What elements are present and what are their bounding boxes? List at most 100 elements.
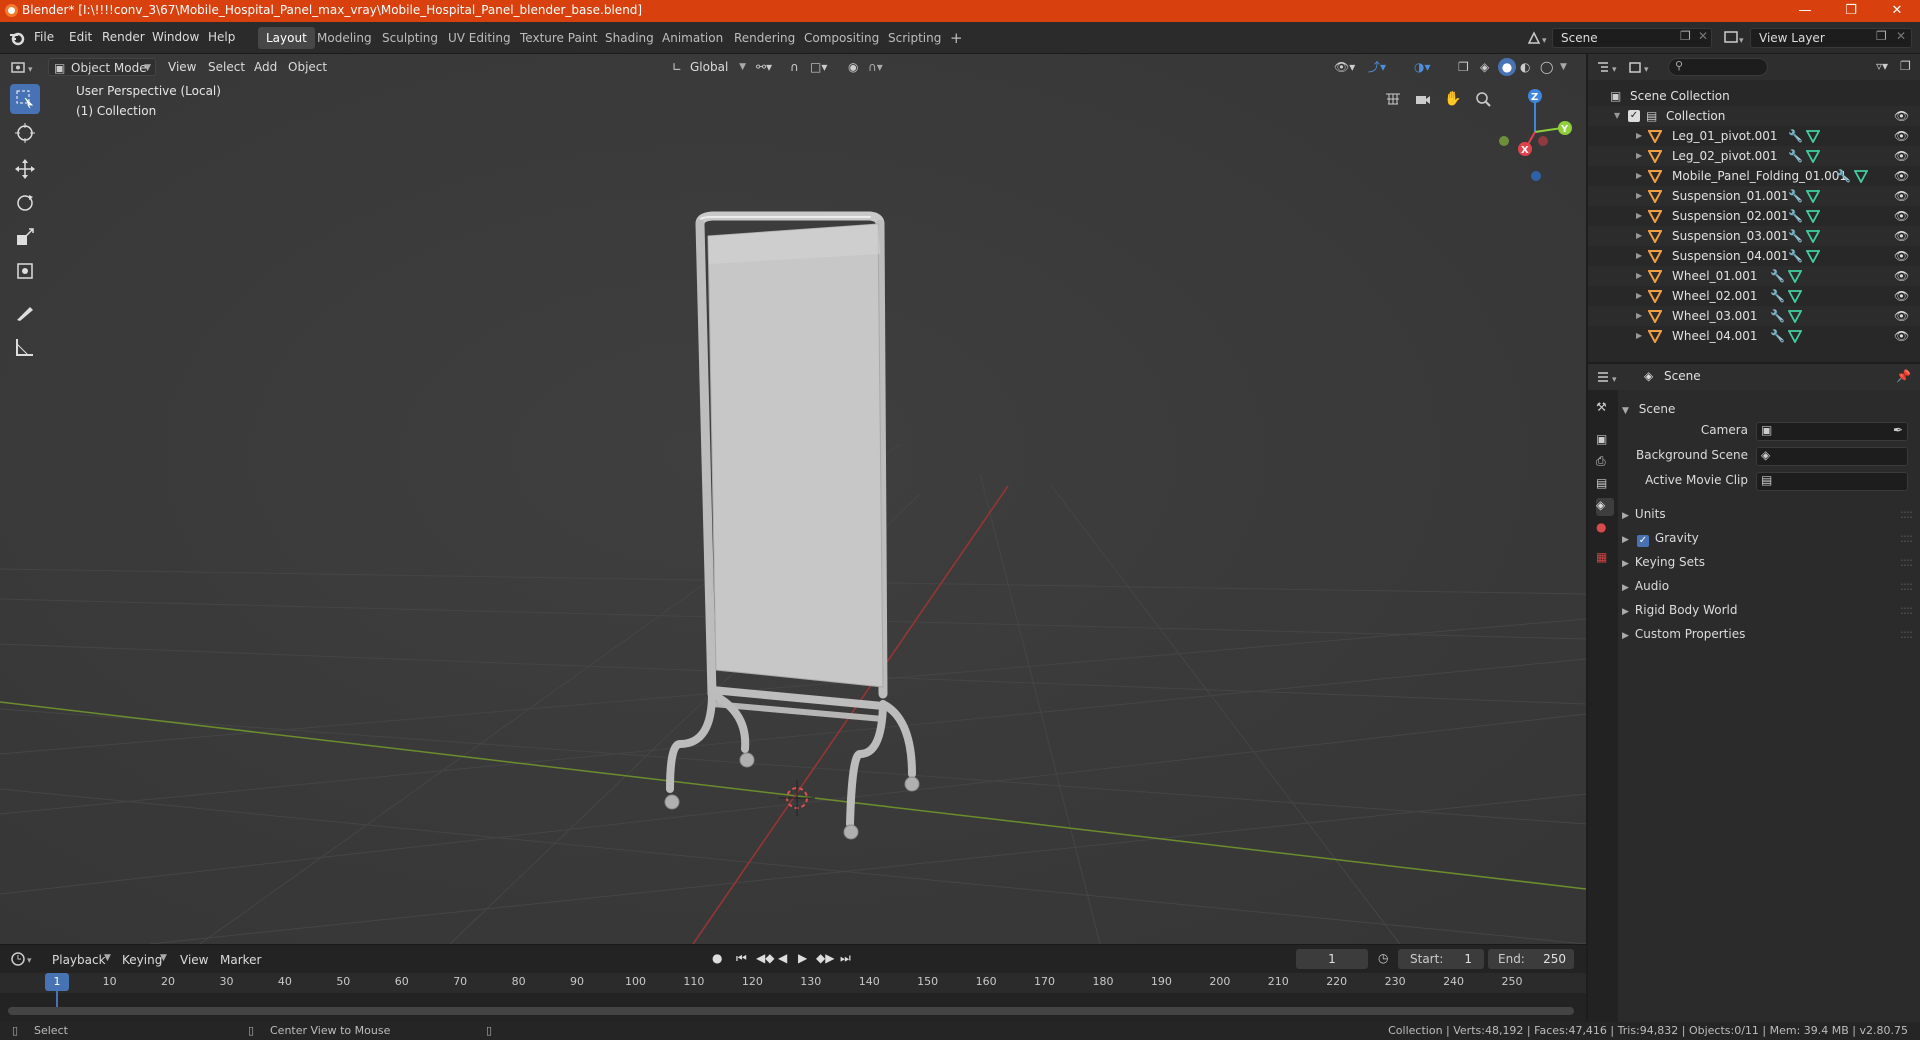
new-view-layer-icon[interactable]: ❐ [1876, 29, 1887, 43]
playhead-frame-label[interactable]: 1 [45, 973, 69, 991]
outliner-row-object[interactable]: ▶ Wheel_03.001 🔧 👁 [1588, 306, 1920, 326]
modifier-wrench-icon[interactable]: 🔧 [1788, 146, 1803, 166]
property-section-keying-sets[interactable]: ▶ Keying Sets:::: [1622, 551, 1913, 573]
camera-field[interactable]: ▣ ✒ [1756, 422, 1908, 441]
solid-shading-icon[interactable]: ● [1498, 58, 1516, 76]
expand-triangle-icon[interactable]: ▶ [1636, 286, 1642, 306]
eye-icon[interactable]: 👁 [1894, 186, 1909, 206]
wireframe-shading-icon[interactable]: ◈ [1480, 58, 1489, 76]
eye-icon[interactable]: 👁 [1894, 146, 1909, 166]
outliner-editor-type-icon[interactable]: ▾ [1596, 60, 1626, 76]
pin-icon[interactable]: 📌 [1896, 369, 1911, 383]
annotate-tool[interactable] [10, 298, 40, 328]
mode-dropdown[interactable]: Object Mode ▣ ▼ [48, 58, 156, 76]
mesh-data-icon[interactable] [1806, 149, 1820, 163]
drag-handle-icon[interactable]: :::: [1900, 551, 1913, 573]
modifier-wrench-icon[interactable]: 🔧 [1788, 126, 1803, 146]
mesh-data-icon[interactable] [1806, 209, 1820, 223]
tab-texture-paint[interactable]: Texture Paint [512, 27, 605, 49]
tool-tab-icon[interactable]: ⚒ [1596, 400, 1614, 418]
modifier-wrench-icon[interactable]: 🔧 [1770, 286, 1785, 306]
outliner-row-object[interactable]: ▶ Leg_01_pivot.001 🔧 👁 [1588, 126, 1920, 146]
outliner-row-object[interactable]: ▶ Wheel_04.001 🔧 👁 [1588, 326, 1920, 346]
gizmo-icon[interactable]: ⤴▾ [1368, 58, 1386, 76]
zoom-view-icon[interactable] [1470, 86, 1496, 112]
tab-sculpting[interactable]: Sculpting [374, 27, 446, 49]
visibility-icon[interactable]: 👁▾ [1334, 58, 1355, 76]
modifier-wrench-icon[interactable]: 🔧 [1770, 266, 1785, 286]
scene-selector-icon[interactable]: ▾ [1526, 29, 1552, 47]
outliner-row-object[interactable]: ▶ Wheel_02.001 🔧 👁 [1588, 286, 1920, 306]
navigation-gizmo[interactable]: Z Y X [1490, 84, 1580, 194]
property-section-units[interactable]: ▶ Units:::: [1622, 503, 1913, 525]
outliner-row-scene-collection[interactable]: ▣ Scene Collection [1588, 86, 1920, 106]
rotate-tool[interactable] [10, 188, 40, 218]
outliner-row-object[interactable]: ▶ Leg_02_pivot.001 🔧 👁 [1588, 146, 1920, 166]
eyedropper-icon[interactable]: ✒ [1893, 423, 1903, 437]
delete-scene-icon[interactable]: ✕ [1698, 29, 1708, 43]
blender-menu-icon[interactable] [8, 29, 26, 47]
view-layer-field[interactable]: View Layer [1750, 28, 1912, 48]
outliner-row-collection[interactable]: ▼ ✓ ▤ Collection 👁 [1588, 106, 1920, 126]
tab-rendering[interactable]: Rendering [726, 27, 803, 49]
modifier-wrench-icon[interactable]: 🔧 [1788, 226, 1803, 246]
mesh-data-icon[interactable] [1806, 189, 1820, 203]
menu-view[interactable]: View [168, 58, 196, 76]
mesh-data-icon[interactable] [1788, 269, 1802, 283]
property-section-gravity[interactable]: ▶ ✓ Gravity:::: [1622, 527, 1913, 549]
collection-checkbox[interactable]: ✓ [1628, 110, 1640, 122]
eye-icon[interactable]: 👁 [1894, 206, 1909, 226]
modifier-wrench-icon[interactable]: 🔧 [1836, 166, 1851, 186]
add-workspace-icon[interactable]: + [942, 27, 971, 49]
properties-editor-type-icon[interactable]: ▾ [1596, 370, 1626, 386]
menu-edit[interactable]: Edit [69, 30, 92, 44]
new-scene-icon[interactable]: ❐ [1680, 29, 1691, 43]
tab-uv-editing[interactable]: UV Editing [440, 27, 519, 49]
eye-icon[interactable]: 👁 [1894, 286, 1909, 306]
menu-select[interactable]: Select [208, 58, 245, 76]
filter-icon[interactable]: ▿▾ [1876, 59, 1888, 73]
neg-z-axis-icon[interactable] [1531, 171, 1541, 181]
outliner-row-object[interactable]: ▶ Suspension_03.001 🔧 👁 [1588, 226, 1920, 246]
mesh-data-icon[interactable] [1806, 249, 1820, 263]
proportional-edit-icon[interactable]: ◉ [848, 58, 858, 76]
expand-triangle-icon[interactable]: ▼ [1614, 106, 1620, 126]
eye-icon[interactable]: 👁 [1894, 306, 1909, 326]
neg-y-axis-icon[interactable] [1499, 136, 1509, 146]
eye-icon[interactable]: 👁 [1894, 246, 1909, 266]
tab-modeling[interactable]: Modeling [309, 27, 380, 49]
tab-layout[interactable]: Layout [258, 27, 315, 49]
expand-triangle-icon[interactable]: ▶ [1636, 226, 1642, 246]
property-section-rigid-body-world[interactable]: ▶ Rigid Body World:::: [1622, 599, 1913, 621]
modifier-wrench-icon[interactable]: 🔧 [1788, 246, 1803, 266]
eye-icon[interactable]: 👁 [1894, 126, 1909, 146]
snap-target-icon[interactable]: □▾ [810, 58, 827, 76]
scene-panel-header[interactable]: ▼ Scene [1622, 398, 1912, 420]
property-section-audio[interactable]: ▶ Audio:::: [1622, 575, 1913, 597]
new-collection-icon[interactable]: ❐ [1900, 59, 1911, 73]
modifier-wrench-icon[interactable]: 🔧 [1770, 306, 1785, 326]
modifier-wrench-icon[interactable]: 🔧 [1788, 186, 1803, 206]
gravity-checkbox[interactable]: ✓ [1636, 535, 1649, 547]
snap-icon[interactable]: ∩ [790, 58, 799, 76]
expand-triangle-icon[interactable]: ▶ [1636, 146, 1642, 166]
move-tool[interactable] [10, 154, 40, 184]
expand-triangle-icon[interactable]: ▶ [1636, 246, 1642, 266]
mesh-data-icon[interactable] [1788, 309, 1802, 323]
transform-orientation-dropdown[interactable]: ∟ Global ▼ [668, 58, 746, 76]
tab-scripting[interactable]: Scripting [880, 27, 949, 49]
outliner-search-input[interactable]: ⚲ [1668, 58, 1768, 76]
pivot-point-icon[interactable]: ⚯▾ [756, 58, 772, 76]
menu-add[interactable]: Add [254, 58, 277, 76]
scene-tab-icon[interactable]: ◈ [1596, 498, 1614, 516]
expand-triangle-icon[interactable]: ▶ [1636, 206, 1642, 226]
shading-options-icon[interactable]: ▼ [1560, 58, 1567, 76]
editor-type-icon[interactable]: ▾ [10, 59, 40, 77]
modifier-wrench-icon[interactable]: 🔧 [1770, 326, 1785, 346]
camera-view-icon[interactable] [1410, 86, 1436, 112]
delete-view-layer-icon[interactable]: ✕ [1896, 29, 1906, 43]
eye-icon[interactable]: 👁 [1894, 266, 1909, 286]
expand-triangle-icon[interactable]: ▶ [1636, 326, 1642, 346]
expand-triangle-icon[interactable]: ▶ [1636, 306, 1642, 326]
expand-triangle-icon[interactable]: ▶ [1636, 186, 1642, 206]
